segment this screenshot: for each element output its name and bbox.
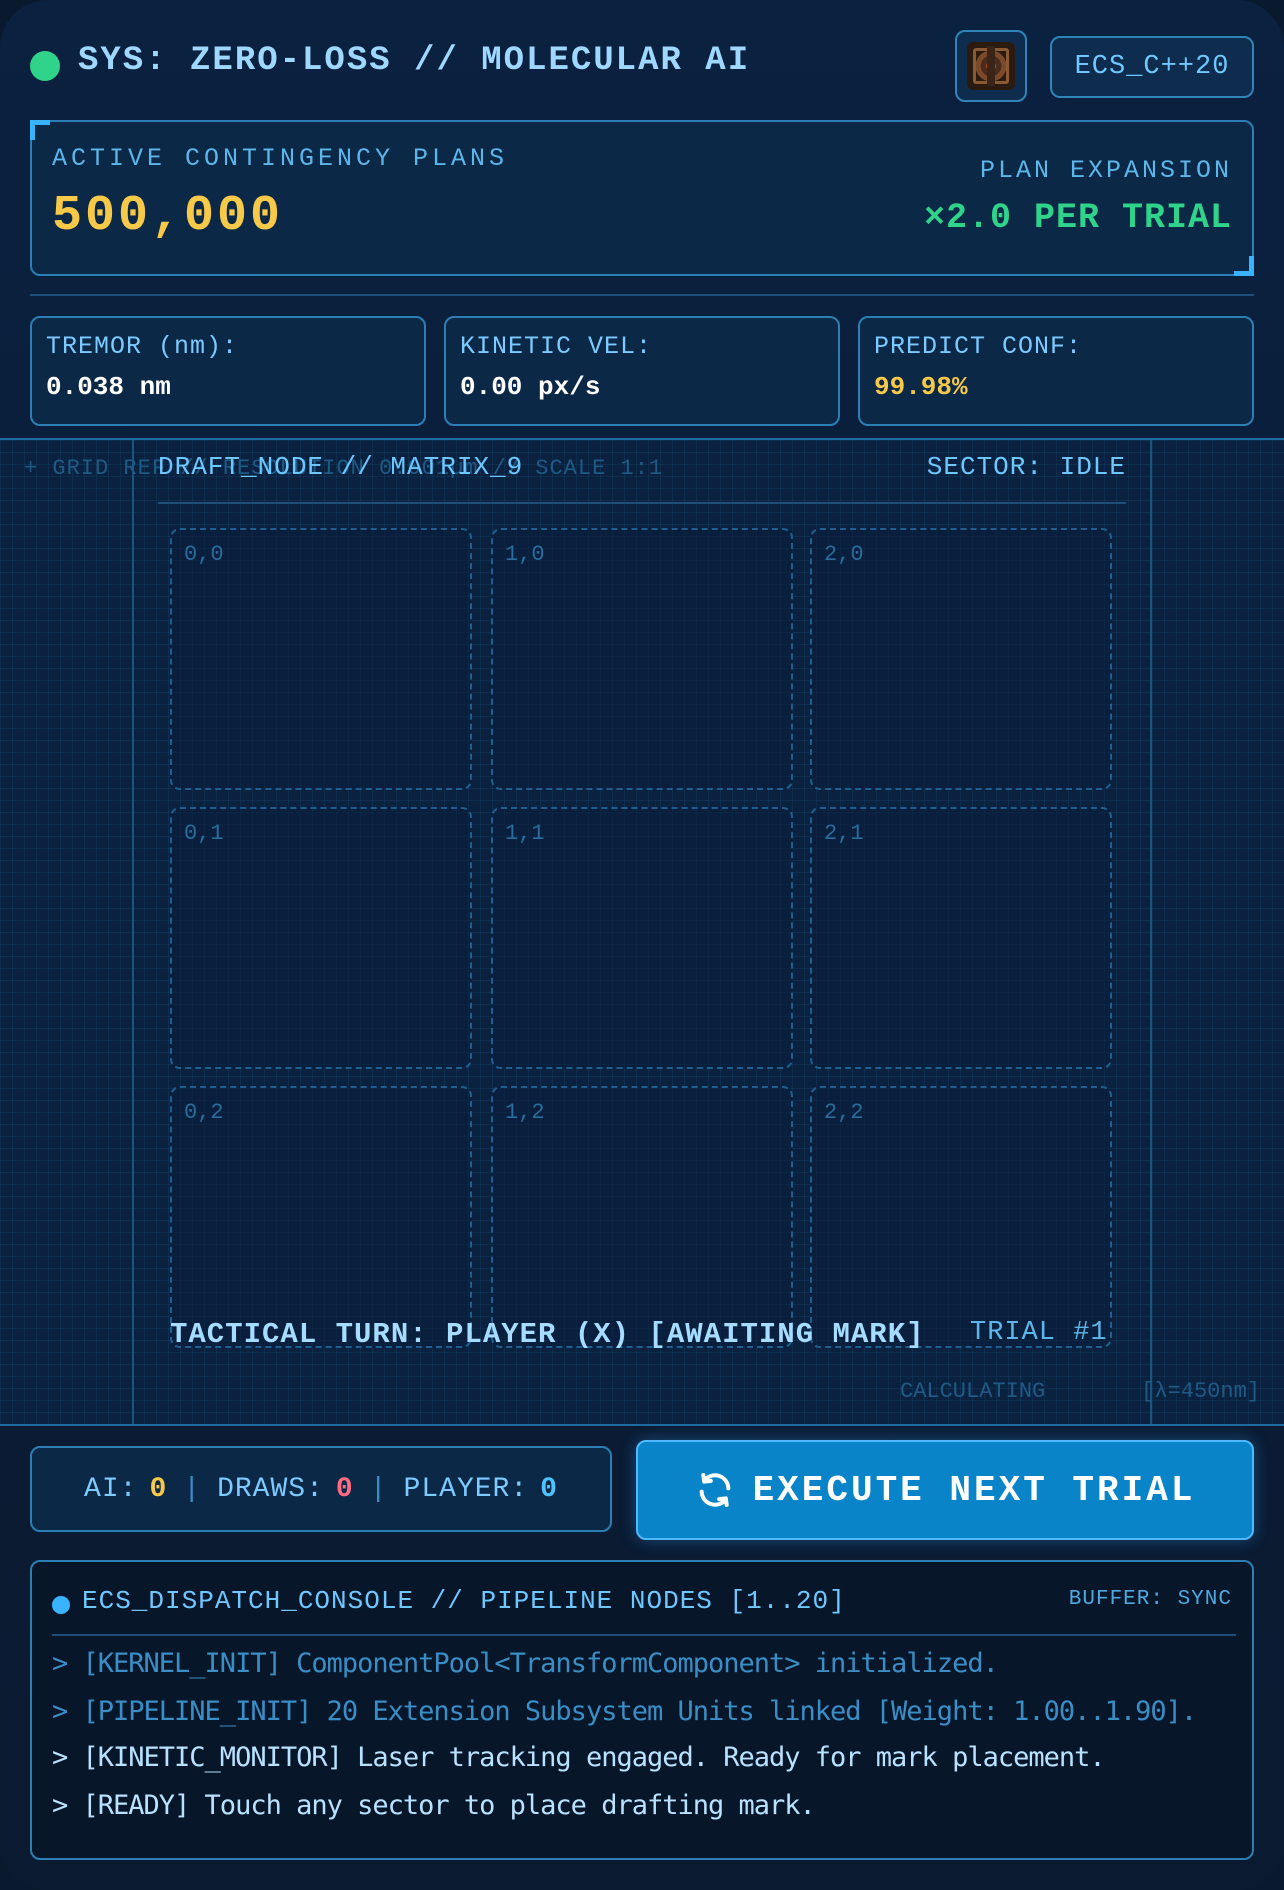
plans-label: ACTIVE CONTINGENCY PLANS: [52, 144, 509, 173]
cell-coordinate: 2,0: [824, 542, 864, 567]
matrix-area: + GRID REF // RESOLUTION 0.001µm // SCAL…: [0, 438, 1284, 1426]
cell-coordinate: 2,2: [824, 1100, 864, 1125]
metric-value: 99.98%: [874, 372, 968, 402]
cell-coordinate: 0,1: [184, 821, 224, 846]
wavelength-label: [λ=450nm]: [1141, 1379, 1260, 1404]
divider: [52, 1634, 1236, 1636]
console-log-line: > [KERNEL_INIT] ComponentPool<TransformC…: [52, 1648, 999, 1679]
board-cell[interactable]: 2,2: [810, 1086, 1112, 1348]
score-separator: |: [369, 1473, 388, 1505]
board-cell[interactable]: 0,2: [170, 1086, 472, 1348]
board-cell[interactable]: 1,1: [491, 807, 793, 1069]
ai-score-label: AI:: [84, 1473, 138, 1505]
metric-value: 0.00 px/s: [460, 372, 601, 402]
corner-bracket: [1234, 256, 1254, 276]
sector-status: SECTOR: IDLE: [926, 452, 1126, 482]
console-log-line: > [PIPELINE_INIT] 20 Extension Subsystem…: [52, 1696, 1197, 1727]
metric-card-predict: PREDICT CONF: 99.98%: [858, 316, 1254, 426]
side-panel-left: [0, 440, 134, 1424]
divider: [30, 294, 1254, 296]
metric-label: KINETIC VEL:: [460, 332, 653, 361]
console-log-line: > [READY] Touch any sector to place draf…: [52, 1790, 816, 1821]
board-cell[interactable]: 0,0: [170, 528, 472, 790]
cell-coordinate: 2,1: [824, 821, 864, 846]
score-separator: |: [183, 1473, 202, 1505]
board-cell[interactable]: 2,0: [810, 528, 1112, 790]
execute-label: EXECUTE NEXT TRIAL: [752, 1469, 1196, 1511]
metric-card-tremor: TREMOR (nm): 0.038 nm: [30, 316, 426, 426]
board-cell[interactable]: 0,1: [170, 807, 472, 1069]
trial-counter: TRIAL #1: [970, 1318, 1108, 1348]
app-frame: SYS: ZERO-LOSS // MOLECULAR AI ECS_C++20…: [0, 0, 1284, 1890]
corner-bracket: [30, 120, 50, 140]
metric-label: TREMOR (nm):: [46, 332, 239, 361]
board-cell[interactable]: 1,2: [491, 1086, 793, 1348]
cell-coordinate: 1,0: [505, 542, 545, 567]
cell-coordinate: 1,1: [505, 821, 545, 846]
status-indicator: [30, 51, 60, 81]
console-indicator: [52, 1596, 70, 1614]
calculating-label: CALCULATING: [900, 1379, 1046, 1404]
dispatch-console: ECS_DISPATCH_CONSOLE // PIPELINE NODES […: [30, 1560, 1254, 1860]
plan-expansion-label: PLAN EXPANSION: [979, 156, 1232, 185]
draws-value: 0: [335, 1473, 354, 1505]
player-score-value: 0: [540, 1473, 558, 1505]
microchip-icon: [967, 42, 1015, 90]
cell-coordinate: 0,2: [184, 1100, 224, 1125]
player-score-label: PLAYER:: [403, 1473, 529, 1505]
metric-label: PREDICT CONF:: [874, 332, 1083, 361]
game-board: 0,0 1,0 2,0 0,1 1,1 2,1 0,2 1,2 2,2: [170, 528, 1114, 1364]
cell-coordinate: 0,0: [184, 542, 224, 567]
plan-expansion-value: ×2.0 PER TRIAL: [923, 198, 1232, 238]
console-log-line: > [KINETIC_MONITOR] Laser tracking engag…: [52, 1742, 1106, 1773]
node-title: DRAFT_NODE // MATRIX_9: [158, 452, 524, 482]
scoreboard: AI: 0 | DRAWS: 0 | PLAYER: 0: [30, 1446, 612, 1532]
metric-card-kinetic: KINETIC VEL: 0.00 px/s: [444, 316, 840, 426]
header: SYS: ZERO-LOSS // MOLECULAR AI ECS_C++20: [30, 30, 1254, 102]
board-cell[interactable]: 2,1: [810, 807, 1112, 1069]
buffer-status: BUFFER: SYNC: [1068, 1588, 1232, 1611]
draws-label: DRAWS:: [217, 1473, 324, 1505]
microchip-button[interactable]: [955, 30, 1027, 102]
ai-score-value: 0: [149, 1473, 168, 1505]
console-title: ECS_DISPATCH_CONSOLE // PIPELINE NODES […: [82, 1586, 846, 1616]
execute-next-trial-button[interactable]: EXECUTE NEXT TRIAL: [636, 1440, 1254, 1540]
cell-coordinate: 1,2: [505, 1100, 545, 1125]
plans-value: 500,000: [52, 188, 284, 245]
divider: [158, 502, 1126, 504]
board-cell[interactable]: 1,0: [491, 528, 793, 790]
ecs-version-badge[interactable]: ECS_C++20: [1050, 36, 1254, 98]
metric-value: 0.038 nm: [46, 372, 171, 402]
refresh-icon: [699, 1473, 730, 1507]
side-panel-right: [1150, 440, 1284, 1424]
turn-indicator: TACTICAL TURN: PLAYER (X) [AWAITING MARK…: [170, 1318, 925, 1351]
system-title: SYS: ZERO-LOSS // MOLECULAR AI: [78, 42, 751, 80]
contingency-plans-panel: ACTIVE CONTINGENCY PLANS 500,000 PLAN EX…: [30, 120, 1254, 276]
